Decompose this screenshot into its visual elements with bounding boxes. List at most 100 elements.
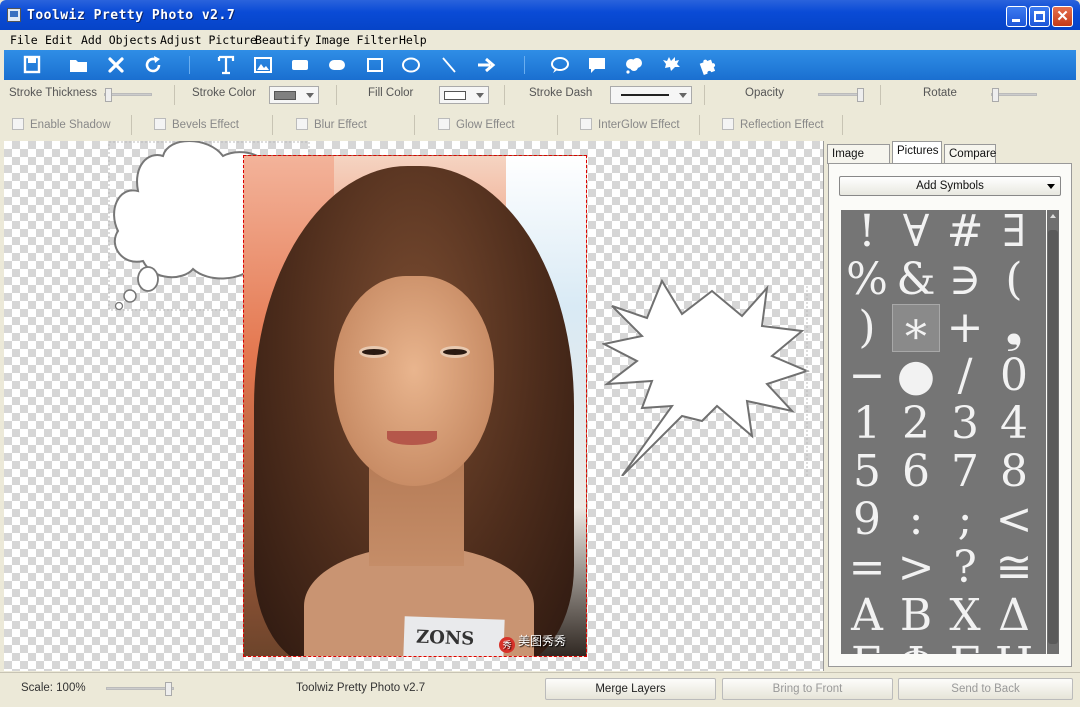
- symbol-cell[interactable]: (: [990, 256, 1038, 304]
- cloud-bubble-icon[interactable]: [622, 54, 646, 76]
- send-to-back-button[interactable]: Send to Back: [898, 678, 1073, 700]
- symbol-cell[interactable]: =: [843, 544, 891, 592]
- add-symbols-dropdown[interactable]: Add Symbols: [839, 176, 1061, 196]
- maximize-button[interactable]: [1029, 6, 1050, 27]
- bevels-effect-checkbox[interactable]: Bevels Effect: [154, 118, 239, 131]
- checkbox-box[interactable]: [438, 118, 450, 130]
- reflection-effect-checkbox[interactable]: Reflection Effect: [722, 118, 824, 131]
- checkbox-box[interactable]: [722, 118, 734, 130]
- menu-file[interactable]: File: [10, 33, 38, 47]
- refresh-icon[interactable]: [141, 54, 165, 76]
- puzzle-icon[interactable]: [696, 54, 720, 76]
- symbol-cell[interactable]: >: [892, 544, 940, 592]
- symbol-cell[interactable]: !: [843, 210, 891, 256]
- symbol-cell[interactable]: 4: [990, 400, 1038, 448]
- slider-knob[interactable]: [165, 682, 172, 696]
- symbol-cell[interactable]: 2: [892, 400, 940, 448]
- menu-add-objects[interactable]: Add Objects: [81, 33, 157, 47]
- rounded-rect-filled-icon[interactable]: [325, 54, 349, 76]
- menu-image-filter[interactable]: Image Filter: [315, 33, 398, 47]
- glow-effect-checkbox[interactable]: Glow Effect: [438, 118, 515, 131]
- symbol-cell[interactable]: Χ: [941, 592, 989, 640]
- symbol-cell[interactable]: 3: [941, 400, 989, 448]
- menu-edit[interactable]: Edit: [45, 33, 73, 47]
- rectangle-icon[interactable]: [363, 54, 387, 76]
- symbol-cell[interactable]: ∃: [990, 210, 1038, 256]
- delete-icon[interactable]: [104, 54, 128, 76]
- symbol-cell[interactable]: Γ: [941, 640, 989, 655]
- fill-color-picker[interactable]: [439, 86, 489, 104]
- editing-canvas[interactable]: ZONS 秀美图秀秀: [4, 141, 824, 671]
- checkbox-box[interactable]: [296, 118, 308, 130]
- symbol-cell[interactable]: #: [941, 210, 989, 256]
- symbol-cell[interactable]: 6: [892, 448, 940, 496]
- slider-knob[interactable]: [992, 88, 999, 102]
- open-folder-icon[interactable]: [67, 54, 91, 76]
- picture-icon[interactable]: [251, 54, 275, 76]
- scale-slider[interactable]: [106, 682, 174, 696]
- symbol-cell[interactable]: −: [843, 352, 891, 400]
- scroll-up-icon[interactable]: [1050, 214, 1056, 218]
- bring-to-front-button[interactable]: Bring to Front: [722, 678, 893, 700]
- symbol-cell[interactable]: ∋: [941, 256, 989, 304]
- symbol-cell[interactable]: :: [892, 496, 940, 544]
- symbol-cell[interactable]: Ε: [843, 640, 891, 655]
- checkbox-box[interactable]: [154, 118, 166, 130]
- save-icon[interactable]: [20, 54, 44, 76]
- symbol-cell[interactable]: Φ: [892, 640, 940, 655]
- checkbox-box[interactable]: [580, 118, 592, 130]
- stroke-color-picker[interactable]: [269, 86, 319, 104]
- symbol-cell[interactable]: 0: [990, 352, 1038, 400]
- tab-image-filter[interactable]: Image Filter: [827, 144, 890, 178]
- rotate-slider[interactable]: [991, 88, 1037, 102]
- symbol-cell[interactable]: 1: [843, 400, 891, 448]
- stroke-thickness-slider[interactable]: [104, 88, 152, 102]
- symbol-cell[interactable]: ≅: [990, 544, 1038, 592]
- symbol-cell[interactable]: Δ: [990, 592, 1038, 640]
- tab-compare[interactable]: Compare: [944, 144, 996, 164]
- symbol-cell[interactable]: 9: [843, 496, 891, 544]
- opacity-slider[interactable]: [818, 88, 864, 102]
- menu-adjust-picture[interactable]: Adjust Picture: [160, 33, 257, 47]
- menu-help[interactable]: Help: [399, 33, 427, 47]
- symbol-cell[interactable]: ?: [941, 544, 989, 592]
- symbol-cell[interactable]: 8: [990, 448, 1038, 496]
- symbol-cell[interactable]: ;: [941, 496, 989, 544]
- symbol-cell[interactable]: /: [941, 352, 989, 400]
- symbol-cell[interactable]: Β: [892, 592, 940, 640]
- text-icon[interactable]: [214, 54, 238, 76]
- symbol-cell[interactable]: 7: [941, 448, 989, 496]
- symbol-cell[interactable]: &: [892, 256, 940, 304]
- portrait-photo[interactable]: ZONS 秀美图秀秀: [243, 155, 587, 657]
- spiky-bubble-icon[interactable]: [659, 54, 683, 76]
- slider-knob[interactable]: [105, 88, 112, 102]
- stroke-dash-select[interactable]: [610, 86, 692, 104]
- symbol-cell[interactable]: ●: [892, 352, 940, 400]
- symbol-cell[interactable]: %: [843, 256, 891, 304]
- tab-pictures[interactable]: Pictures: [892, 141, 942, 164]
- scrollbar-thumb[interactable]: [1048, 230, 1058, 644]
- symbol-scrollbar[interactable]: [1047, 210, 1059, 654]
- symbol-cell[interactable]: ): [843, 304, 891, 352]
- symbol-cell[interactable]: <: [990, 496, 1038, 544]
- symbol-cell[interactable]: ∀: [892, 210, 940, 256]
- symbol-cell[interactable]: ❟: [990, 304, 1038, 352]
- symbol-cell[interactable]: Η: [990, 640, 1038, 655]
- merge-layers-button[interactable]: Merge Layers: [545, 678, 716, 700]
- slider-knob[interactable]: [857, 88, 864, 102]
- interglow-effect-checkbox[interactable]: InterGlow Effect: [580, 118, 680, 131]
- ellipse-icon[interactable]: [399, 54, 423, 76]
- menu-beautify[interactable]: Beautify: [255, 33, 310, 47]
- symbol-cell[interactable]: +: [941, 304, 989, 352]
- checkbox-box[interactable]: [12, 118, 24, 130]
- symbol-cell[interactable]: Α: [843, 592, 891, 640]
- rect-bubble-icon[interactable]: [585, 54, 609, 76]
- line-icon[interactable]: [437, 54, 461, 76]
- close-button[interactable]: ✕: [1052, 6, 1073, 27]
- blur-effect-checkbox[interactable]: Blur Effect: [296, 118, 367, 131]
- symbol-cell[interactable]: ∗: [892, 304, 940, 353]
- enable-shadow-checkbox[interactable]: Enable Shadow: [12, 118, 111, 131]
- symbol-cell[interactable]: 5: [843, 448, 891, 496]
- symbol-grid[interactable]: !∀#∃%&∋()∗+❟ −●/0 1234 5678 9:;< =>?≅ ΑΒΧΔ ΕΦΓΗ: [841, 210, 1046, 654]
- arrow-icon[interactable]: [474, 54, 498, 76]
